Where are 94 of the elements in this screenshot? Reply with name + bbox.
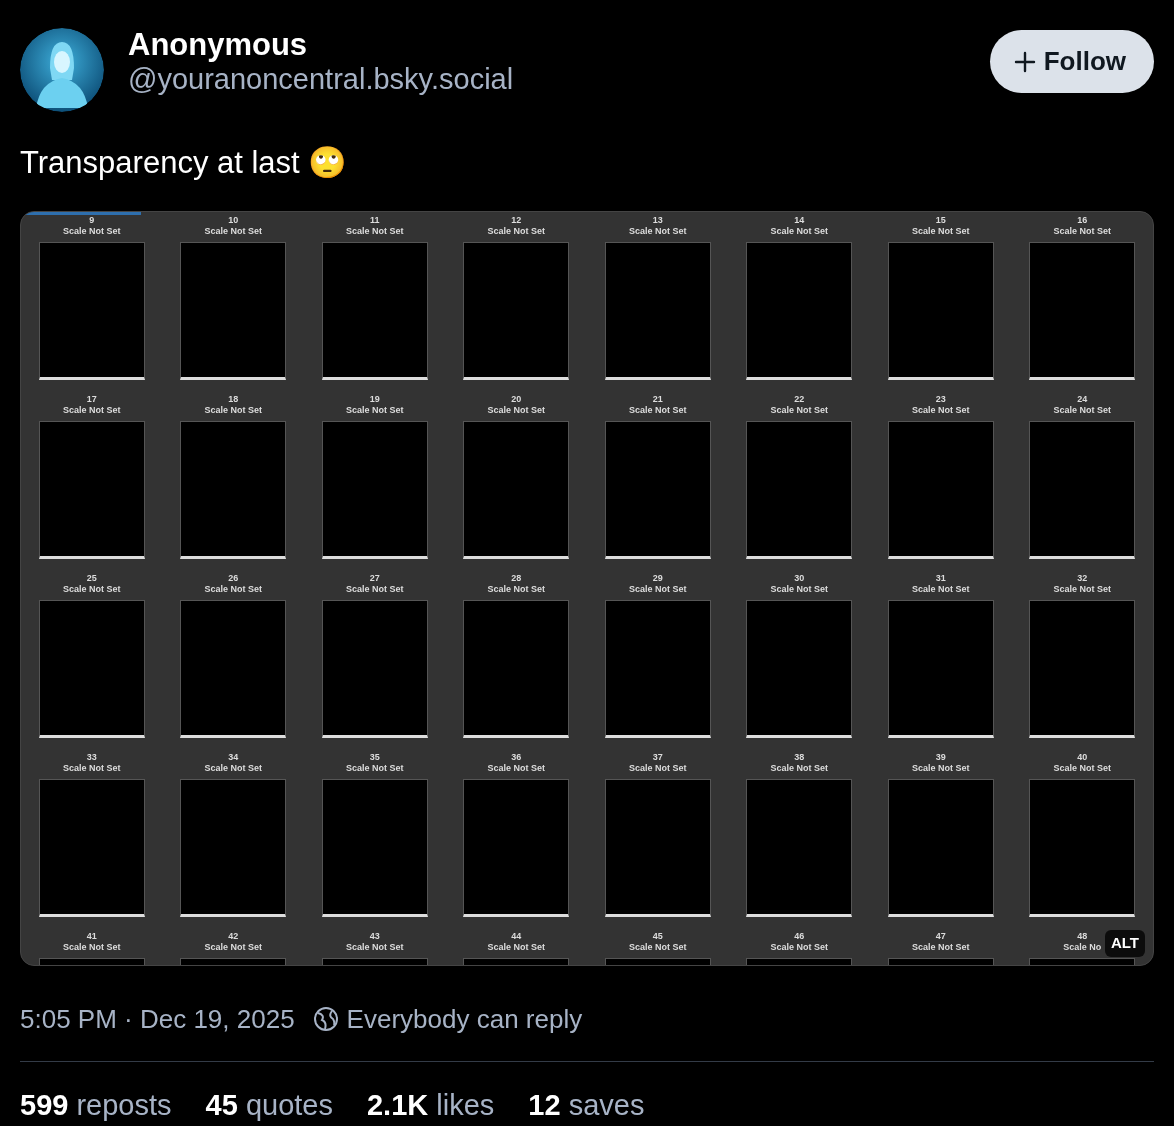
page-number: 45 [652,930,663,942]
page-scale-label: Scale Not Set [63,404,121,416]
page-scale-label: Scale Not Set [912,225,970,237]
page-number: 19 [369,393,380,405]
page-number: 38 [794,751,805,763]
page-scale-label: Scale Not Set [629,404,687,416]
page-number: 47 [935,930,946,942]
page-number: 32 [1077,572,1088,584]
page-scale-label: Scale Not Set [204,404,262,416]
page-scale-label: Scale Not Set [63,583,121,595]
page-scale-label: Scale Not Set [770,583,828,595]
page-scale-label: Scale Not Set [629,762,687,774]
page-number: 46 [794,930,805,942]
page-number: 36 [511,751,522,763]
page-scale-label: Scale Not Set [912,583,970,595]
page-number: 24 [1077,393,1088,405]
page-number: 27 [369,572,380,584]
page-scale-label: Scale Not Set [204,225,262,237]
page-scale-label: Scale Not Set [770,225,828,237]
page-number: 14 [794,214,805,226]
page-scale-label: Scale No [1063,941,1102,953]
page-scale-label: Scale Not Set [629,225,687,237]
page-number: 9 [89,214,95,226]
stat-count[interactable]: 12 saves [528,1083,645,1126]
stat-count[interactable]: 45 quotes [205,1083,333,1126]
page-number: 30 [794,572,805,584]
stat-count[interactable]: 2.1K likes [366,1083,495,1126]
follow-button[interactable]: Follow [989,30,1154,93]
page-scale-label: Scale Not Set [487,762,545,774]
page-scale-label: Scale Not Set [912,762,970,774]
author-handle[interactable]: @youranoncentral.bsky.social [128,62,990,97]
page-scale-label: Scale Not Set [204,583,262,595]
page-scale-label: Scale Not Set [629,941,687,953]
page-scale-label: Scale Not Set [770,941,828,953]
page-number: 48 [1077,930,1088,942]
page-number: 16 [1077,214,1088,226]
page-scale-label: Scale Not Set [204,762,262,774]
page-number: 41 [86,930,97,942]
page-number: 11 [370,214,380,226]
page-number: 21 [652,393,663,405]
page-scale-label: Scale Not Set [487,941,545,953]
page-scale-label: Scale Not Set [1053,583,1111,595]
page-number: 20 [511,393,522,405]
page-number: 29 [652,572,663,584]
page-scale-label: Scale Not Set [487,583,545,595]
page-scale-label: Scale Not Set [63,941,121,953]
page-scale-label: Scale Not Set [912,941,970,953]
page-scale-label: Scale Not Set [346,583,404,595]
page-number: 37 [652,751,663,763]
plus-icon [1013,50,1036,73]
post-timestamp[interactable]: 5:05 PM · Dec 19, 2025 [20,999,295,1039]
page-scale-label: Scale Not Set [770,404,828,416]
page-scale-label: Scale Not Set [346,762,404,774]
page-number: 33 [86,751,97,763]
page-number: 18 [228,393,239,405]
page-scale-label: Scale Not Set [487,225,545,237]
page-number: 31 [935,572,946,584]
page-number: 34 [228,751,239,763]
page-number: 10 [228,214,239,226]
page-scale-label: Scale Not Set [63,225,121,237]
page-scale-label: Scale Not Set [487,404,545,416]
page-number: 25 [86,572,97,584]
page-number: 23 [935,393,946,405]
page-number: 28 [511,572,522,584]
page-scale-label: Scale Not Set [346,941,404,953]
page-scale-label: Scale Not Set [346,404,404,416]
page-number: 42 [228,930,239,942]
page-scale-label: Scale Not Set [63,762,121,774]
author-name[interactable]: Anonymous [128,28,990,63]
page-number: 43 [369,930,380,942]
globe-icon [312,1006,339,1032]
post-image[interactable] [20,210,1154,966]
page-scale-label: Scale Not Set [629,583,687,595]
page-scale-label: Scale Not Set [770,762,828,774]
page-number: 15 [935,214,946,226]
stat-count[interactable]: 599 reposts [20,1083,172,1126]
page-number: 44 [511,930,522,942]
post-text: Transparency at last 🙄 [20,144,349,182]
page-number: 22 [794,393,805,405]
page-scale-label: Scale Not Set [346,225,404,237]
page-number: 39 [935,751,946,763]
page-number: 12 [511,214,522,226]
page-scale-label: Scale Not Set [1053,225,1111,237]
page-scale-label: Scale Not Set [1053,762,1111,774]
page-number: 13 [652,214,663,226]
reply-setting[interactable]: Everybody can reply [346,999,583,1039]
page-scale-label: Scale Not Set [1053,404,1111,416]
alt-badge[interactable]: ALT [1104,930,1145,957]
page-scale-label: Scale Not Set [204,941,262,953]
page-scale-label: Scale Not Set [912,404,970,416]
page-number: 35 [369,751,380,763]
page-number: 26 [228,572,239,584]
page-number: 40 [1077,751,1088,763]
page-number: 17 [86,393,97,405]
